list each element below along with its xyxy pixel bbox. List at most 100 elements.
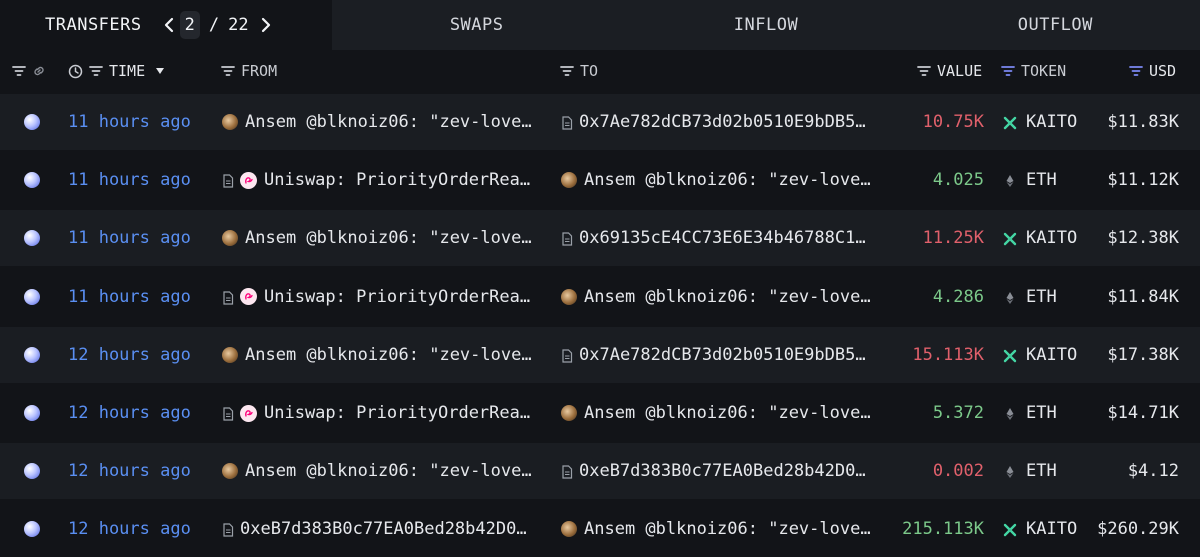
kaito-icon [1003, 231, 1017, 246]
table-row[interactable]: 11 hours ago Ansem @blknoiz06: "zev-love…… [0, 210, 1200, 267]
header-from[interactable]: FROM [221, 50, 277, 92]
filter-icon[interactable] [221, 65, 235, 77]
usd-amount: $14.71K [1107, 403, 1179, 423]
from-cell[interactable]: Uniswap: PriorityOrderRea… [222, 269, 542, 325]
from-cell[interactable]: Uniswap: PriorityOrderRea… [222, 385, 542, 441]
from-address[interactable]: Uniswap: PriorityOrderRea… [264, 403, 530, 423]
to-address[interactable]: Ansem @blknoiz06: "zev-love… [584, 519, 871, 539]
token-cell[interactable]: KAITO [1003, 210, 1077, 266]
from-address[interactable]: 0xeB7d383B0c77EA0Bed28b42D0… [240, 519, 527, 539]
time-link[interactable]: 11 hours ago [68, 94, 191, 150]
to-cell[interactable]: Ansem @blknoiz06: "zev-love… [561, 385, 891, 441]
filter-active-icon[interactable] [1129, 65, 1143, 77]
to-address[interactable]: 0xeB7d383B0c77EA0Bed28b42D0… [579, 461, 866, 481]
contract-doc-icon [222, 522, 234, 537]
to-cell[interactable]: Ansem @blknoiz06: "zev-love… [561, 269, 891, 325]
filter-icon[interactable] [560, 65, 574, 77]
header-time[interactable]: TIME [68, 50, 165, 92]
time-link[interactable]: 12 hours ago [68, 385, 191, 441]
chevron-right-icon[interactable] [255, 10, 277, 40]
time-link[interactable]: 11 hours ago [68, 152, 191, 208]
filter-icon[interactable] [917, 65, 931, 77]
avatar-icon [222, 346, 238, 363]
from-address[interactable]: Uniswap: PriorityOrderRea… [264, 287, 530, 307]
table-row[interactable]: 12 hours ago Ansem @blknoiz06: "zev-love…… [0, 326, 1200, 383]
chain-icon [24, 521, 40, 538]
tab-inflow[interactable]: INFLOW [621, 0, 911, 50]
contract-doc-icon [561, 115, 573, 130]
from-address[interactable]: Uniswap: PriorityOrderRea… [264, 170, 530, 190]
filter-icon[interactable] [12, 65, 26, 77]
to-address[interactable]: Ansem @blknoiz06: "zev-love… [584, 403, 871, 423]
chain-icon [24, 405, 40, 421]
header-usd[interactable]: USD [1129, 50, 1176, 92]
to-address[interactable]: 0x69135cE4CC73E6E34b46788C1… [579, 228, 866, 248]
from-cell[interactable]: Ansem @blknoiz06: "zev-love… [222, 327, 542, 383]
from-address[interactable]: Ansem @blknoiz06: "zev-love… [245, 228, 532, 248]
filter-icon[interactable] [89, 65, 103, 77]
to-cell[interactable]: 0xeB7d383B0c77EA0Bed28b42D0… [561, 443, 891, 499]
to-cell[interactable]: 0x7Ae782dCB73d02b0510E9bDB5… [561, 94, 891, 150]
time-link[interactable]: 12 hours ago [68, 443, 191, 499]
from-address[interactable]: Ansem @blknoiz06: "zev-love… [245, 112, 532, 132]
table-row[interactable]: 12 hours ago 0xeB7d383B0c77EA0Bed28b42D0…… [0, 501, 1200, 557]
time-link[interactable]: 12 hours ago [68, 501, 191, 557]
table-row[interactable]: 11 hours ago Uniswap: PriorityOrderRea… An… [0, 269, 1200, 325]
token-cell[interactable]: KAITO [1003, 327, 1077, 383]
to-cell[interactable]: Ansem @blknoiz06: "zev-love… [561, 501, 891, 557]
to-address[interactable]: Ansem @blknoiz06: "zev-love… [584, 170, 871, 190]
eth-icon [1003, 406, 1017, 420]
table-header: TIME FROM TO VALUE TOKEN USD [0, 50, 1200, 92]
header-token[interactable]: TOKEN [1001, 50, 1066, 92]
filter-active-icon[interactable] [1001, 65, 1015, 77]
table-row[interactable]: 11 hours ago Ansem @blknoiz06: "zev-love…… [0, 94, 1200, 150]
current-page[interactable]: 2 [179, 11, 200, 39]
table-row[interactable]: 12 hours ago Ansem @blknoiz06: "zev-love…… [0, 443, 1200, 500]
token-cell[interactable]: ETH [1003, 443, 1057, 499]
time-link[interactable]: 12 hours ago [68, 327, 191, 383]
header-to[interactable]: TO [560, 50, 598, 92]
to-cell[interactable]: 0x69135cE4CC73E6E34b46788C1… [561, 210, 891, 266]
time-link[interactable]: 11 hours ago [68, 269, 191, 325]
header-time-label: TIME [109, 62, 146, 80]
token-cell[interactable]: ETH [1003, 152, 1057, 208]
to-cell[interactable]: 0x7Ae782dCB73d02b0510E9bDB5… [561, 327, 891, 383]
tab-transfers[interactable]: TRANSFERS 2 / 22 [0, 0, 332, 50]
header-link-filter[interactable] [12, 50, 46, 92]
from-cell[interactable]: Ansem @blknoiz06: "zev-love… [222, 94, 542, 150]
kaito-icon [1003, 522, 1017, 537]
from-cell[interactable]: Ansem @blknoiz06: "zev-love… [222, 443, 542, 499]
to-cell[interactable]: Ansem @blknoiz06: "zev-love… [561, 152, 891, 208]
eth-icon [1003, 173, 1017, 188]
table-row[interactable]: 11 hours ago Uniswap: PriorityOrderRea… An… [0, 152, 1200, 208]
from-address[interactable]: Ansem @blknoiz06: "zev-love… [245, 345, 532, 365]
from-cell[interactable]: 0xeB7d383B0c77EA0Bed28b42D0… [222, 501, 542, 557]
chain-cell [24, 443, 40, 499]
chain-icon [24, 463, 40, 480]
sort-caret-down-icon[interactable] [155, 67, 165, 75]
to-address[interactable]: 0x7Ae782dCB73d02b0510E9bDB5… [579, 345, 866, 365]
from-cell[interactable]: Ansem @blknoiz06: "zev-love… [222, 210, 542, 266]
to-address[interactable]: Ansem @blknoiz06: "zev-love… [584, 287, 871, 307]
table-row[interactable]: 12 hours ago Uniswap: PriorityOrderRea… An… [0, 385, 1200, 441]
header-value[interactable]: VALUE [917, 50, 982, 92]
from-cell[interactable]: Uniswap: PriorityOrderRea… [222, 152, 542, 208]
token-cell[interactable]: KAITO [1003, 94, 1077, 150]
time-link[interactable]: 11 hours ago [68, 210, 191, 266]
value-amount: 0.002 [932, 461, 984, 482]
token-cell[interactable]: ETH [1003, 385, 1057, 441]
eth-icon [1003, 290, 1017, 304]
from-address[interactable]: Ansem @blknoiz06: "zev-love… [245, 461, 532, 481]
pagination: 2 / 22 [158, 10, 277, 40]
uniswap-icon [240, 404, 257, 422]
to-address[interactable]: 0x7Ae782dCB73d02b0510E9bDB5… [579, 112, 866, 132]
token-cell[interactable]: ETH [1003, 269, 1057, 325]
kaito-icon [1003, 348, 1017, 362]
token-cell[interactable]: KAITO [1003, 501, 1077, 557]
tab-outflow[interactable]: OUTFLOW [910, 0, 1200, 50]
header-token-label: TOKEN [1021, 62, 1067, 80]
chain-icon [24, 346, 40, 363]
tab-swaps[interactable]: SWAPS [332, 0, 622, 50]
usd-amount: $12.38K [1107, 228, 1179, 249]
chevron-left-icon[interactable] [158, 10, 180, 40]
